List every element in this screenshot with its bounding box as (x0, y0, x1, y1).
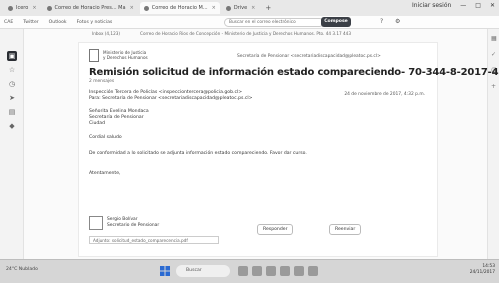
browser-icon[interactable] (266, 266, 276, 276)
favicon-icon (46, 5, 52, 11)
send-icon[interactable]: ➤ (7, 93, 17, 103)
thread-title-strip: Correo de Horacio Rios de Concepción - M… (140, 31, 352, 36)
to-line: Para: Secretaría de Pensionar <secretari… (89, 96, 253, 101)
word-icon[interactable] (308, 266, 318, 276)
calendar-icon[interactable]: ▦ (491, 35, 497, 42)
email-view: Ministerio de Justicia y Derechos Humano… (78, 42, 499, 257)
new-tab-button[interactable]: + (265, 4, 271, 12)
tasks-icon[interactable]: ✓ (491, 51, 496, 58)
tab-strip: Icero × Correo de Horacio Pres... Ma × Cor… (0, 0, 499, 16)
store-icon[interactable] (294, 266, 304, 276)
email-date: 24 de noviembre de 2017, 4:32 p.m. (344, 92, 425, 97)
maximize-button[interactable]: □ (475, 2, 481, 9)
tab-3[interactable]: Drive × (222, 2, 260, 14)
salutation: Cordial saludo (89, 135, 122, 140)
greeting-line: Ciudad (89, 121, 106, 126)
add-icon[interactable]: + (491, 83, 496, 90)
tab-label: Correo de Horacio Pres... Ma (54, 5, 126, 11)
close-tab-icon[interactable]: × (212, 5, 216, 11)
signature: Sergio Bolívar Secretario de Pensionar (107, 217, 159, 228)
inbox-count[interactable]: Inbox (4,123) (92, 31, 120, 36)
weather-widget[interactable]: 24°C Nublado (6, 267, 38, 272)
tab-label: Icero (16, 5, 29, 11)
close-tab-icon[interactable]: × (251, 5, 255, 11)
right-rail: ▦ ✓ ☺ + (487, 29, 499, 259)
close-tab-icon[interactable]: × (32, 5, 36, 11)
screen: Icero × Correo de Horacio Pres... Ma × Cor… (0, 0, 499, 283)
compose-button[interactable]: Compose (321, 17, 351, 27)
signature-line: Secretario de Pensionar (107, 222, 160, 228)
closing: Atentamente, (89, 171, 121, 176)
bookmarks-bar: CAE Twitter Outlook Fotos y noticias Bus… (0, 16, 499, 29)
favicon-icon (225, 5, 231, 11)
email-subject: Remisión solicitud de información estado… (89, 67, 499, 78)
bookmark-item[interactable]: Outlook (49, 20, 67, 25)
bookmark-item[interactable]: CAE (4, 20, 13, 25)
org-name-line: y Derechos Humanos (103, 55, 148, 60)
message-count: 2 mensajes (89, 79, 115, 84)
file-icon[interactable]: ▤ (7, 107, 17, 117)
greeting-block: Señorita Evelina Mondaca Secretaría de P… (89, 109, 389, 127)
task-view-icon[interactable] (238, 266, 248, 276)
label-icon[interactable]: ◆ (7, 121, 17, 131)
tab-1[interactable]: Correo de Horacio Pres... Ma × (43, 2, 138, 14)
email-body: De conformidad a lo solicitado se adjunt… (89, 151, 307, 156)
file-explorer-icon[interactable] (252, 266, 262, 276)
tab-label: Drive (233, 5, 248, 11)
favicon-icon (8, 5, 13, 11)
star-icon[interactable]: ☆ (7, 65, 17, 75)
taskbar: 24°C Nublado Buscar 14:53 24/11/2017 (0, 259, 499, 283)
forward-button[interactable]: Reenviar (329, 224, 362, 235)
bookmark-item[interactable]: Fotos y noticias (77, 20, 113, 25)
inbox-icon[interactable]: ▣ (7, 51, 17, 61)
minimize-button[interactable]: — (460, 2, 466, 9)
org-logo-icon (89, 49, 99, 62)
sender-top-line: Secretaría de Pensionar <secretariadisca… (237, 54, 381, 59)
taskbar-search-input[interactable]: Buscar (176, 265, 230, 277)
window-controls: Iniciar sesión — □ ✕ (412, 2, 495, 9)
close-button[interactable]: ✕ (490, 2, 495, 9)
close-tab-icon[interactable]: × (130, 5, 134, 11)
bookmark-item[interactable]: Twitter (23, 20, 38, 25)
help-icon[interactable]: ? (380, 18, 383, 25)
mail-app-icon[interactable] (280, 266, 290, 276)
left-rail: ▣ ☆ ◷ ➤ ▤ ◆ (0, 29, 24, 259)
attachment-chip[interactable]: Adjunto: solicitud_estado_comparecencia.… (89, 236, 219, 244)
tab-2[interactable]: Correo de Horacio M... × (139, 2, 220, 14)
windows-start-icon[interactable] (160, 266, 170, 276)
profile-button[interactable]: Iniciar sesión (412, 2, 451, 9)
settings-icon[interactable]: ⚙ (395, 18, 400, 25)
mail-search-input[interactable]: Buscar en el correo electrónico (224, 18, 324, 27)
clock-date: 24/11/2017 (469, 270, 495, 275)
system-clock[interactable]: 14:53 24/11/2017 (470, 264, 495, 276)
signature-logo-icon (89, 216, 103, 230)
tab-label: Correo de Horacio M... (151, 5, 208, 11)
reply-button[interactable]: Responder (257, 224, 294, 235)
favicon-icon (143, 5, 149, 11)
org-name: Ministerio de Justicia y Derechos Humano… (103, 50, 148, 60)
clock-icon[interactable]: ◷ (7, 79, 17, 89)
from-line[interactable]: Inspección Tercera de Policías <inspecci… (89, 90, 242, 95)
mail-header-strip: Inbox (4,123) Correo de Horacio Rios de … (92, 31, 432, 36)
tab-0[interactable]: Icero × (4, 2, 41, 14)
